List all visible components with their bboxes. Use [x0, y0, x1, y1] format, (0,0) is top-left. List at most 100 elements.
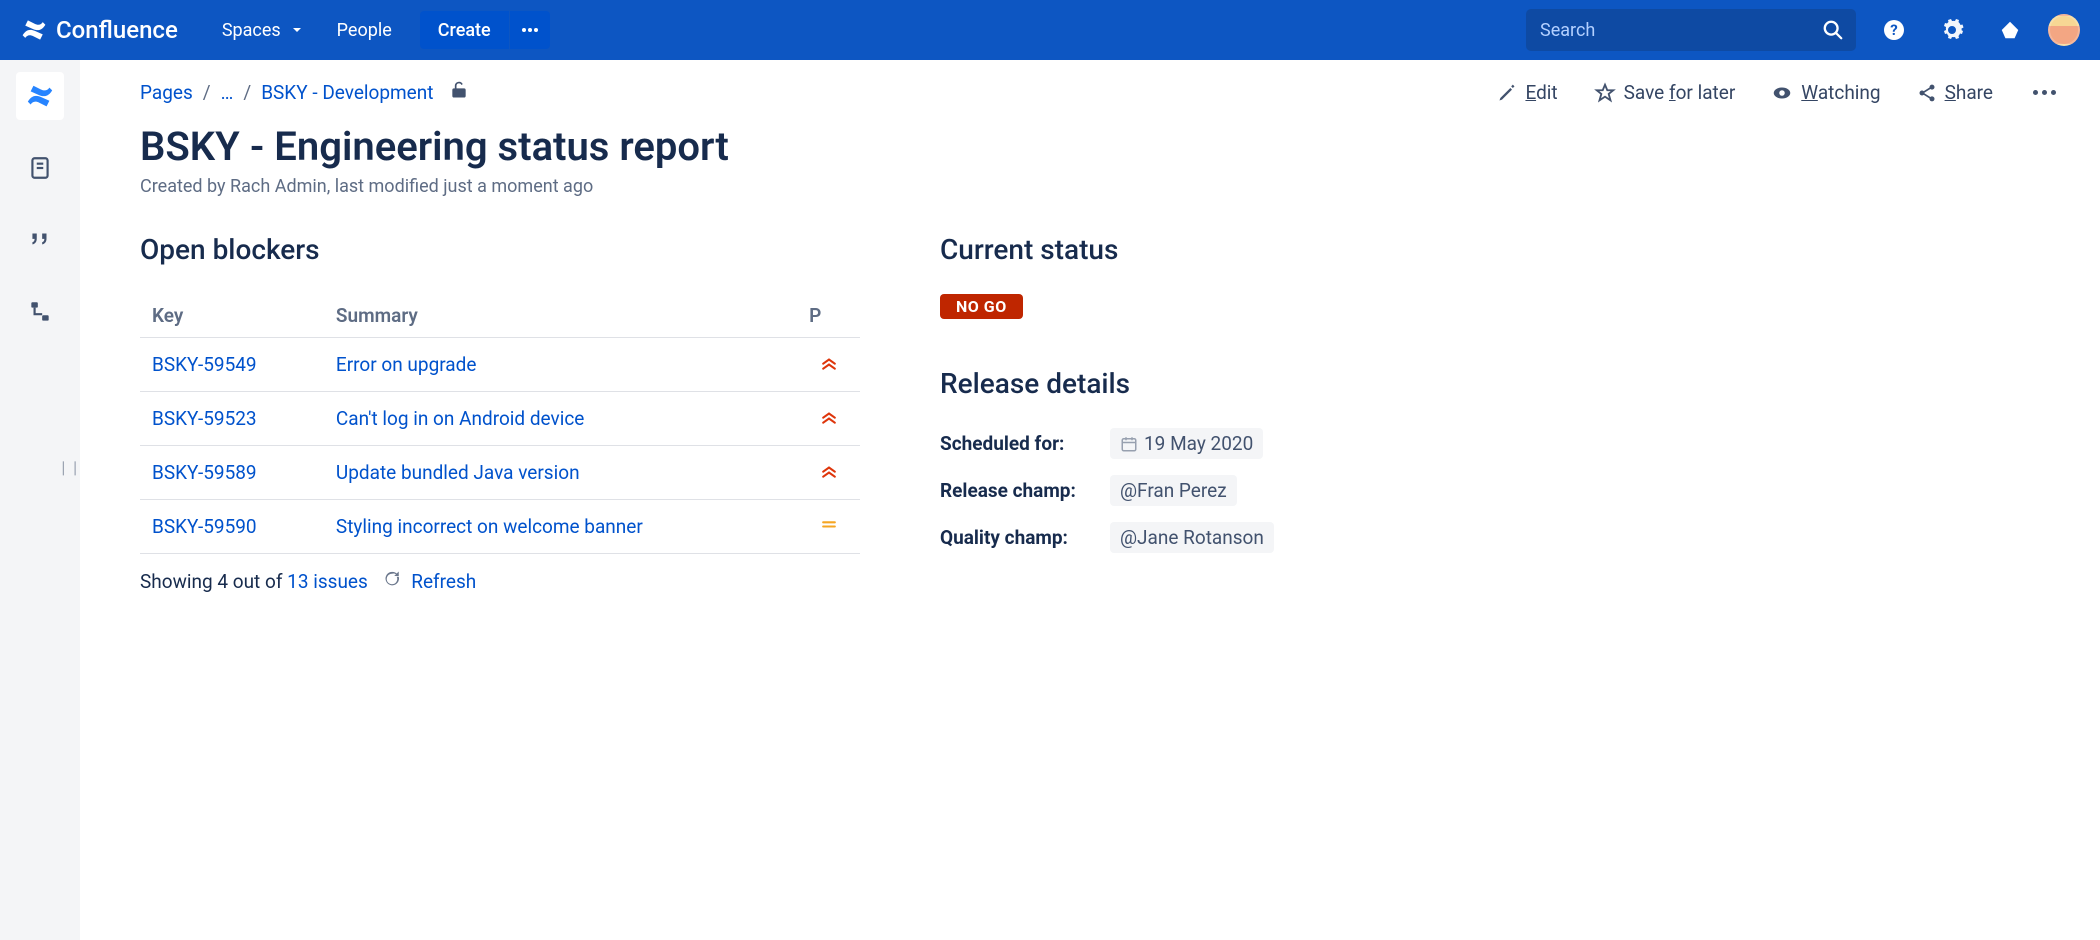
priority-medium-icon: [819, 516, 839, 539]
eye-icon: [1771, 82, 1793, 104]
scheduled-label: Scheduled for:: [940, 432, 1110, 455]
current-status-heading: Current status: [940, 233, 2060, 266]
create-more-button[interactable]: [510, 11, 550, 49]
share-label: hare: [1956, 81, 1993, 104]
footer-prefix: Showing 4 out of: [140, 570, 287, 593]
release-champ-value: @Fran Perez: [1120, 479, 1227, 502]
quality-champ-row: Quality champ: @Jane Rotanson: [940, 522, 2060, 553]
page-icon: [27, 155, 53, 181]
blockers-table: Key Summary P BSKY-59549 Error on upgrade…: [140, 294, 860, 554]
breadcrumb-sep: /: [203, 81, 211, 104]
issue-key-link[interactable]: BSKY-59549: [152, 353, 257, 376]
watching-button[interactable]: Watching: [1771, 81, 1880, 104]
status-lozenge: NO GO: [940, 294, 1023, 319]
watching-label: atching: [1818, 81, 1881, 104]
share-icon: [1917, 83, 1937, 103]
help-button[interactable]: ?: [1874, 10, 1914, 50]
page-content: Pages / … / BSKY - Development Edit Save…: [80, 60, 2100, 940]
release-champ-row: Release champ: @Fran Perez: [940, 475, 2060, 506]
issue-key-link[interactable]: BSKY-59523: [152, 407, 257, 430]
ellipsis-icon: [520, 20, 540, 40]
profile-avatar[interactable]: [2048, 14, 2080, 46]
edit-label: dit: [1536, 81, 1558, 104]
breadcrumb-ellipsis[interactable]: …: [221, 81, 234, 104]
sidebar-tree[interactable]: [16, 288, 64, 336]
table-row: BSKY-59523 Can't log in on Android device: [140, 392, 860, 446]
nav-spaces[interactable]: Spaces: [206, 0, 321, 60]
create-button[interactable]: Create: [420, 11, 509, 49]
table-row: BSKY-59590 Styling incorrect on welcome b…: [140, 500, 860, 554]
table-row: BSKY-59589 Update bundled Java version: [140, 446, 860, 500]
page-actions: Edit Save for later Watching Share: [1497, 81, 2060, 104]
global-nav: Confluence Spaces People Create ?: [0, 0, 2100, 60]
col-priority: P: [797, 294, 860, 338]
quality-champ-label: Quality champ:: [940, 526, 1110, 549]
priority-highest-icon: [819, 354, 839, 377]
product-name: Confluence: [56, 16, 178, 44]
quote-icon: [27, 227, 53, 253]
release-details-heading: Release details: [940, 367, 2060, 400]
priority-cell: [797, 446, 860, 500]
svg-text:?: ?: [1890, 21, 1897, 39]
restrictions-icon[interactable]: [449, 80, 469, 105]
table-footer: Showing 4 out of 13 issues Refresh: [140, 570, 860, 593]
priority-cell: [797, 500, 860, 554]
scheduled-date-value: 19 May 2020: [1144, 432, 1253, 455]
confluence-logo-icon: [20, 16, 48, 44]
nav-people-label: People: [337, 20, 392, 41]
issue-summary-link[interactable]: Update bundled Java version: [336, 461, 580, 484]
scheduled-date-chip[interactable]: 19 May 2020: [1110, 428, 1263, 459]
breadcrumb-root[interactable]: Pages: [140, 81, 193, 104]
priority-cell: [797, 392, 860, 446]
sidebar: ❘❘: [0, 60, 80, 940]
refresh-link[interactable]: Refresh: [411, 570, 476, 593]
create-button-label: Create: [438, 20, 491, 41]
breadcrumb-parent[interactable]: BSKY - Development: [261, 81, 433, 104]
breadcrumb-sep: /: [243, 81, 251, 104]
settings-button[interactable]: [1932, 10, 1972, 50]
save-label-pre: Save: [1624, 81, 1669, 104]
sidebar-pages[interactable]: [16, 144, 64, 192]
sidebar-space-icon[interactable]: [16, 72, 64, 120]
nav-people[interactable]: People: [321, 0, 408, 60]
quality-champ-value: @Jane Rotanson: [1120, 526, 1264, 549]
chevron-down-icon: [289, 22, 305, 38]
calendar-icon: [1120, 435, 1138, 453]
edit-button[interactable]: Edit: [1497, 81, 1557, 104]
issue-summary-link[interactable]: Can't log in on Android device: [336, 407, 584, 430]
issue-key-link[interactable]: BSKY-59590: [152, 515, 257, 538]
notifications-button[interactable]: [1990, 10, 2030, 50]
refresh-icon: [383, 570, 406, 593]
scheduled-row: Scheduled for: 19 May 2020: [940, 428, 2060, 459]
priority-cell: [797, 338, 860, 392]
gear-icon: [1940, 18, 1964, 42]
search-icon: [1822, 19, 1844, 41]
col-summary: Summary: [324, 294, 797, 338]
confluence-space-icon: [25, 81, 55, 111]
nav-spaces-label: Spaces: [222, 20, 281, 41]
quality-champ-mention[interactable]: @Jane Rotanson: [1110, 522, 1274, 553]
col-key: Key: [140, 294, 324, 338]
sidebar-collapse-handle[interactable]: ❘❘: [58, 460, 81, 476]
issues-count-link[interactable]: 13 issues: [287, 570, 368, 593]
more-actions-button[interactable]: [2029, 86, 2060, 99]
release-champ-mention[interactable]: @Fran Perez: [1110, 475, 1237, 506]
sidebar-blog[interactable]: [16, 216, 64, 264]
search-input[interactable]: [1538, 19, 1822, 42]
notification-icon: [1999, 19, 2021, 41]
issue-summary-link[interactable]: Error on upgrade: [336, 353, 477, 376]
issue-key-link[interactable]: BSKY-59589: [152, 461, 257, 484]
priority-highest-icon: [819, 408, 839, 431]
save-for-later-button[interactable]: Save for later: [1594, 81, 1736, 104]
search-box[interactable]: [1526, 9, 1856, 51]
unlock-icon: [449, 80, 469, 100]
issue-summary-link[interactable]: Styling incorrect on welcome banner: [336, 515, 643, 538]
open-blockers-heading: Open blockers: [140, 233, 860, 266]
help-icon: ?: [1882, 18, 1906, 42]
priority-highest-icon: [819, 462, 839, 485]
table-row: BSKY-59549 Error on upgrade: [140, 338, 860, 392]
confluence-logo[interactable]: Confluence: [20, 16, 178, 44]
share-button[interactable]: Share: [1917, 81, 1993, 104]
page-tree-icon: [27, 299, 53, 325]
breadcrumb-row: Pages / … / BSKY - Development Edit Save…: [140, 80, 2060, 105]
